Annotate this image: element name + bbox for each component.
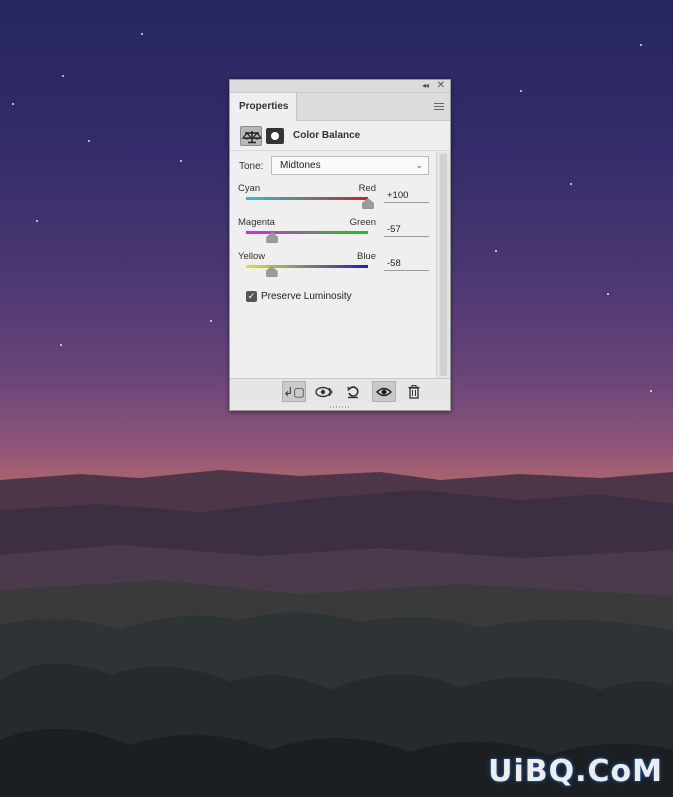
scrollbar-thumb[interactable] (440, 154, 447, 376)
adjustment-header: Color Balance (230, 121, 450, 151)
color-sliders: Cyan Red +100 Magenta Green -57 Yellow B… (230, 181, 450, 283)
properties-panel: ◂◂ ✕ Properties Color Balance Tone: Midt… (229, 79, 451, 411)
slider-right-label: Blue (356, 251, 376, 262)
slider-left-label: Yellow (238, 251, 266, 262)
slider-track[interactable] (246, 197, 368, 200)
slider-track[interactable] (246, 231, 368, 234)
collapse-panel-icon[interactable]: ◂◂ (422, 81, 429, 90)
slider-magenta-green: Magenta Green -57 (230, 215, 450, 249)
clip-to-layer-button[interactable]: ↲▢ (282, 381, 306, 402)
toggle-visibility-button[interactable] (372, 381, 396, 402)
preserve-luminosity-row: ✓ Preserve Luminosity (230, 287, 450, 311)
panel-titlebar[interactable]: ◂◂ ✕ (230, 80, 450, 93)
slider-value-input[interactable]: +100 (384, 189, 429, 203)
panel-footer: ↲▢ (230, 378, 450, 404)
layer-mask-icon[interactable] (266, 128, 284, 144)
delete-adjustment-button[interactable] (402, 381, 426, 402)
slider-cyan-red: Cyan Red +100 (230, 181, 450, 215)
preserve-luminosity-label[interactable]: Preserve Luminosity (261, 291, 352, 302)
panel-resize-grip[interactable] (230, 404, 450, 410)
slider-yellow-blue: Yellow Blue -58 (230, 249, 450, 283)
slider-left-label: Magenta (238, 217, 275, 228)
panel-scrollbar[interactable] (436, 152, 450, 378)
tab-properties[interactable]: Properties (230, 93, 297, 121)
view-previous-state-button[interactable] (312, 381, 336, 402)
slider-track[interactable] (246, 265, 368, 268)
panel-menu-icon[interactable] (434, 103, 444, 111)
adjustment-title: Color Balance (293, 130, 361, 141)
watermark-logo: UiBQ.CoM (488, 754, 663, 789)
close-panel-icon[interactable]: ✕ (437, 80, 445, 91)
panel-tab-row: Properties (230, 93, 450, 121)
tone-row: Tone: Midtones ⌄ (230, 151, 450, 181)
slider-right-label: Green (349, 217, 376, 228)
color-balance-icon[interactable] (240, 126, 263, 146)
tone-dropdown[interactable]: Midtones ⌄ (271, 156, 429, 175)
slider-right-label: Red (358, 183, 376, 194)
tone-selected-value: Midtones (280, 160, 321, 171)
slider-left-label: Cyan (238, 183, 261, 194)
preserve-luminosity-checkbox[interactable]: ✓ (246, 291, 257, 302)
reset-button[interactable] (341, 381, 365, 402)
tone-label: Tone: (239, 161, 264, 172)
slider-value-input[interactable]: -58 (384, 257, 429, 271)
slider-value-input[interactable]: -57 (384, 223, 429, 237)
landscape-silhouette (0, 470, 673, 797)
chevron-down-icon: ⌄ (415, 160, 423, 170)
